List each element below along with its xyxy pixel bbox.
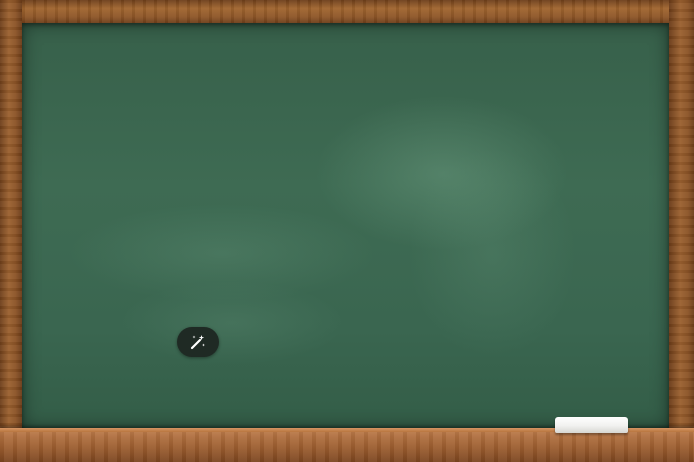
chalk-eraser[interactable] — [555, 417, 628, 433]
magic-wand-icon — [189, 333, 207, 351]
chalkboard-scene — [0, 0, 694, 462]
frame-left-rail — [0, 0, 22, 430]
magic-wand-button[interactable] — [177, 327, 219, 357]
frame-right-rail — [669, 0, 694, 430]
frame-top-rail — [0, 0, 694, 24]
chalk-ledge — [0, 428, 694, 462]
chalkboard-surface[interactable] — [22, 23, 669, 429]
